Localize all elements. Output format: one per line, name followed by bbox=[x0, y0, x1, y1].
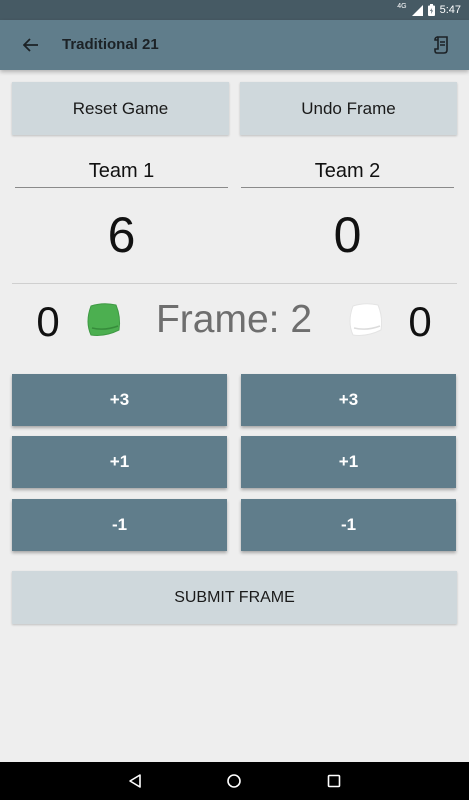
status-bar: 4G 5:47 bbox=[0, 0, 469, 20]
network-type: 4G bbox=[397, 2, 407, 10]
team2-plus3-button[interactable]: +3 bbox=[241, 374, 456, 426]
team1-bag-icon bbox=[83, 300, 123, 340]
team1-frame-score: 0 bbox=[36, 298, 60, 345]
team2-name[interactable]: Team 2 bbox=[241, 158, 454, 188]
frame-label: Frame: 2 bbox=[155, 298, 313, 341]
nav-back-icon[interactable] bbox=[124, 770, 146, 792]
history-scroll-icon[interactable] bbox=[429, 32, 455, 58]
team1-total-score: 6 bbox=[107, 207, 136, 263]
reset-game-button[interactable]: Reset Game bbox=[12, 82, 229, 135]
team1-minus1-button[interactable]: -1 bbox=[12, 499, 227, 551]
app-bar: Traditional 21 bbox=[0, 20, 469, 70]
divider bbox=[12, 283, 457, 284]
team2-plus1-button[interactable]: +1 bbox=[241, 436, 456, 488]
team1-name[interactable]: Team 1 bbox=[15, 158, 228, 188]
team1-plus3-button[interactable]: +3 bbox=[12, 374, 227, 426]
submit-frame-button[interactable]: SUBMIT FRAME bbox=[12, 571, 457, 624]
status-time: 5:47 bbox=[439, 4, 461, 16]
back-arrow-icon[interactable] bbox=[18, 33, 44, 57]
team2-total-score: 0 bbox=[333, 207, 362, 263]
battery-icon bbox=[427, 4, 435, 16]
team1-plus1-button[interactable]: +1 bbox=[12, 436, 227, 488]
team2-frame-score: 0 bbox=[408, 298, 432, 345]
team2-bag-icon bbox=[345, 300, 385, 340]
team2-minus1-button[interactable]: -1 bbox=[241, 499, 456, 551]
nav-home-icon[interactable] bbox=[223, 770, 245, 792]
undo-frame-button[interactable]: Undo Frame bbox=[240, 82, 457, 135]
signal-icon bbox=[411, 4, 423, 16]
nav-recents-icon[interactable] bbox=[323, 770, 345, 792]
navigation-bar bbox=[0, 762, 469, 800]
app-title: Traditional 21 bbox=[62, 36, 159, 53]
